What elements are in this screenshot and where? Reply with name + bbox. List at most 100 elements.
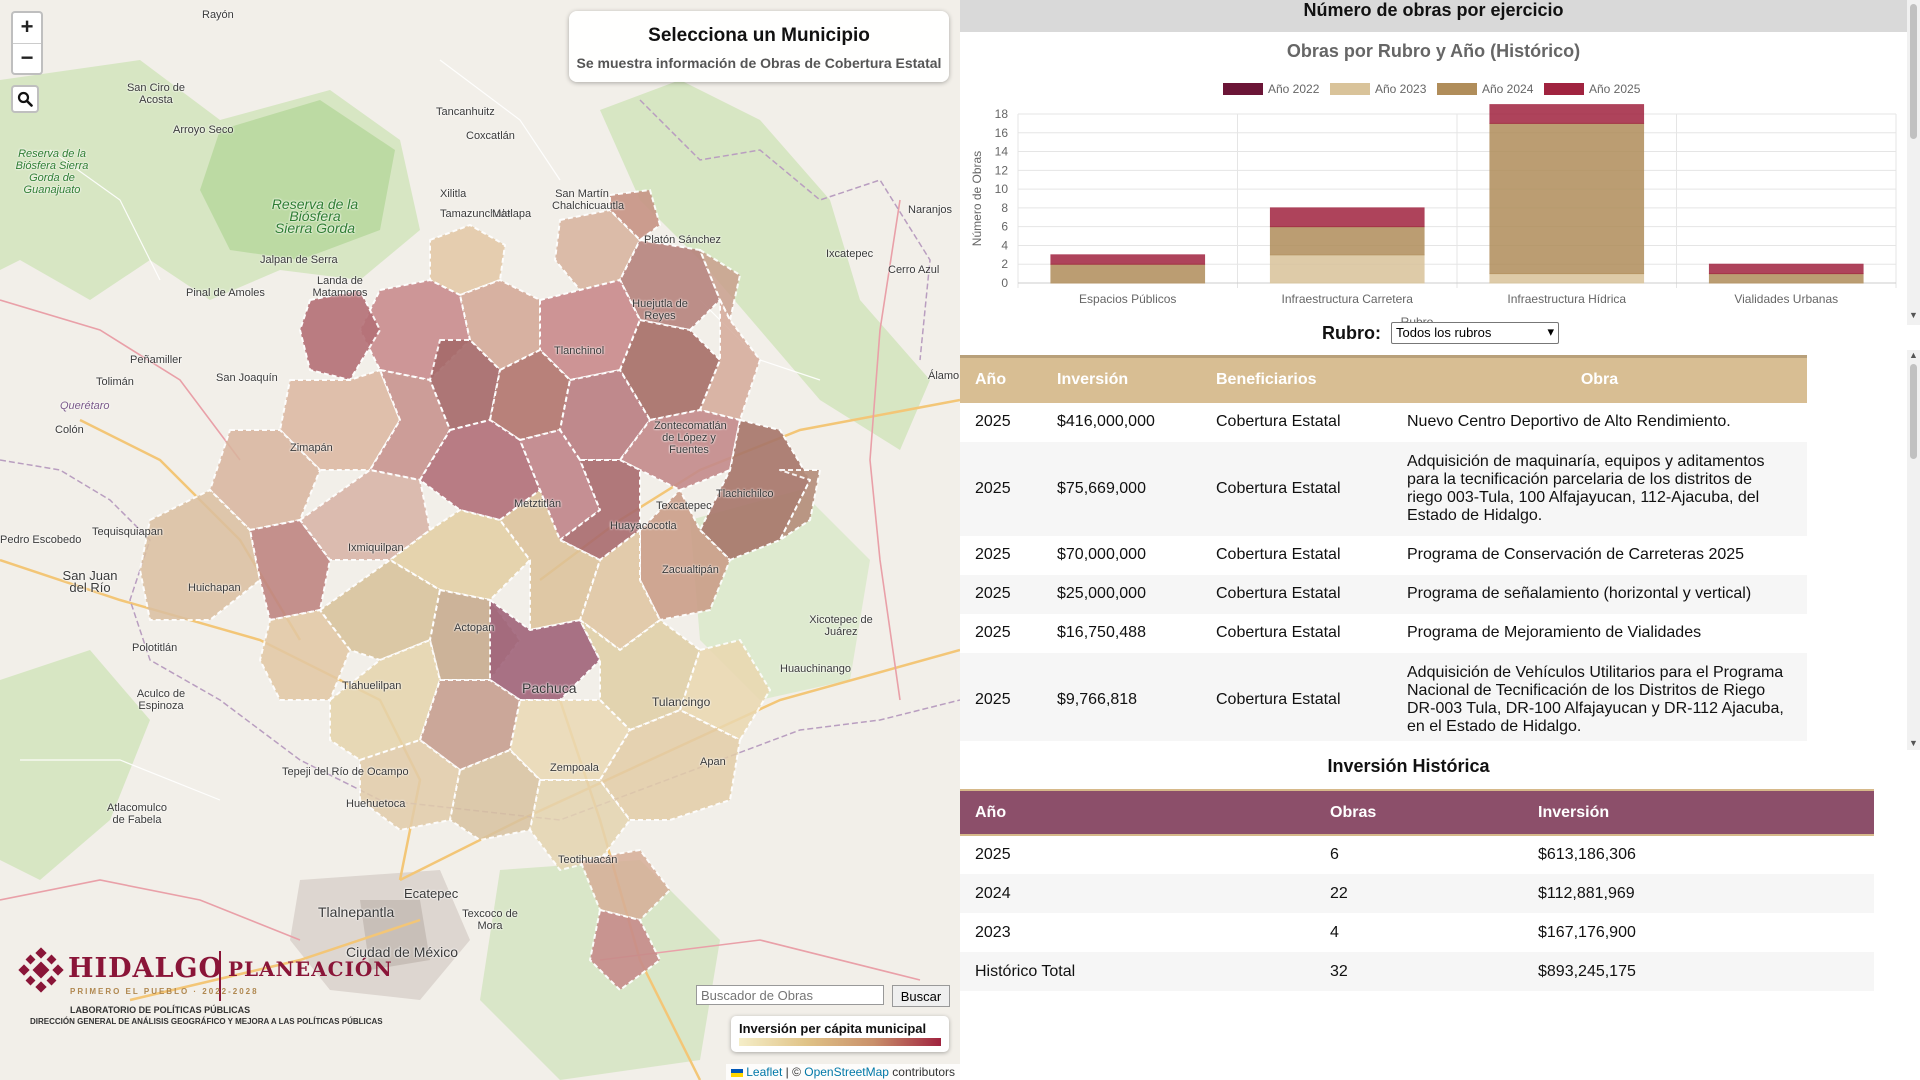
place-label: Zimapán xyxy=(290,442,333,454)
place-label: Polotitlán xyxy=(132,642,178,654)
place-label: Tlalnepantla xyxy=(318,904,395,920)
table-row[interactable]: 2025 $25,000,000 Cobertura Estatal Programa… xyxy=(960,574,1807,614)
table-row[interactable]: 2025 $70,000,000 Cobertura Estatal Programa… xyxy=(960,536,1807,575)
cell-works: 22 xyxy=(1330,884,1348,902)
zoom-in-button[interactable]: + xyxy=(13,13,41,43)
place-label: Texcoco de Mora xyxy=(462,908,518,932)
x-tick-label: Infraestructura Hídrica xyxy=(1507,292,1626,306)
y-tick-label: 12 xyxy=(995,163,1009,177)
rubro-select[interactable]: Todos los rubros xyxy=(1390,322,1559,344)
place-label: Huauchinango xyxy=(780,663,851,675)
rubro-label: Rubro: xyxy=(1322,322,1381,343)
cell-year: 2025 xyxy=(975,413,1011,430)
logo-brand-secondary: PLANEACIÓN xyxy=(228,957,393,981)
bar-segment xyxy=(1050,263,1206,284)
place-label: Pedro Escobedo xyxy=(0,534,82,546)
bar-segment xyxy=(1489,104,1645,124)
cell-year: 2025 xyxy=(975,690,1011,708)
map-search-button[interactable] xyxy=(11,85,39,113)
table-scrollbar[interactable]: ▲ ▼ xyxy=(1907,350,1920,750)
info-panel: Número de obras por ejercicio Obras por … xyxy=(960,0,1920,1080)
y-tick-label: 2 xyxy=(1001,257,1008,271)
works-table-container: Año Inversión Beneficiarios Obra 2025 $41… xyxy=(960,355,1907,741)
attribution-sep: | © xyxy=(782,1065,805,1079)
attribution-contributors: contributors xyxy=(888,1065,955,1079)
place-label: Ixcatepec xyxy=(826,248,874,260)
zoom-out-button[interactable]: − xyxy=(13,43,41,73)
place-label: Zempoala xyxy=(550,762,599,774)
table-row[interactable]: 2025 $9,766,818 Cobertura Estatal Adquisici… xyxy=(960,652,1807,741)
scrollbar-thumb[interactable] xyxy=(1910,364,1917,459)
place-label: Platón Sánchez xyxy=(644,234,722,246)
map-view[interactable]: Rayón San Ciro de Acosta Arroyo Seco Tan… xyxy=(0,0,960,1080)
x-tick-label: Infraestructura Carretera xyxy=(1282,292,1414,306)
place-label: Naranjos xyxy=(908,204,953,216)
bar-segment xyxy=(1489,273,1645,284)
scroll-down-icon[interactable]: ▼ xyxy=(1909,310,1918,320)
legend-label: Año 2023 xyxy=(1375,82,1427,96)
rubro-filter: Rubro: Todos los rubros xyxy=(1322,322,1559,344)
place-label: Tepeji del Río de Ocampo xyxy=(282,766,409,778)
leaflet-flag-icon xyxy=(730,1068,743,1077)
place-label: Álamo xyxy=(928,370,960,382)
column-header: Obras xyxy=(1330,803,1377,821)
cell-investment: $613,186,306 xyxy=(1538,846,1636,863)
place-label: Xicotepec de Juárez xyxy=(809,614,873,638)
bar-segment xyxy=(1708,273,1864,284)
search-button[interactable]: Buscar xyxy=(892,985,950,1007)
scroll-down-icon[interactable]: ▼ xyxy=(1909,738,1918,748)
osm-link[interactable]: OpenStreetMap xyxy=(804,1065,889,1079)
cell-year: 2023 xyxy=(975,923,1011,941)
table-row: 2025 6 $613,186,306 xyxy=(960,835,1874,874)
place-label: Jalpan de Serra xyxy=(260,254,338,266)
place-label: Cerro Azul xyxy=(888,264,940,276)
place-label: Ecatepec xyxy=(404,886,459,901)
bar-segment xyxy=(1050,254,1206,265)
table-row[interactable]: 2025 $16,750,488 Cobertura Estatal Programa… xyxy=(960,614,1807,653)
chart-scrollbar[interactable]: ▼ xyxy=(1907,0,1920,325)
cell-year: 2025 xyxy=(975,846,1011,863)
bar-segment xyxy=(1489,122,1645,275)
works-table-header: Año Inversión Beneficiarios Obra xyxy=(960,356,1807,403)
cell-investment: $70,000,000 xyxy=(1057,546,1146,563)
place-label: Tancanhuitz xyxy=(436,106,495,118)
cell-beneficiaries: Cobertura Estatal xyxy=(1216,624,1341,641)
history-table-container: Año Obras Inversión 2025 6 $613,186,306 202… xyxy=(960,789,1874,991)
cell-investment: $75,669,000 xyxy=(1057,479,1146,497)
cell-beneficiaries: Cobertura Estatal xyxy=(1216,690,1341,708)
cell-works: 32 xyxy=(1330,962,1348,980)
place-label: Zontecomatlán de López y Fuentes xyxy=(654,420,727,456)
y-tick-label: 14 xyxy=(995,145,1009,159)
legend-label: Año 2024 xyxy=(1482,82,1534,96)
leaflet-link[interactable]: Leaflet xyxy=(746,1065,782,1079)
place-label: San Ciro de Acosta xyxy=(126,82,186,106)
reserve-label: Reserva de la Biósfera Sierra Gorda de G… xyxy=(15,148,89,196)
y-tick-label: 18 xyxy=(995,107,1009,121)
works-search-input[interactable] xyxy=(696,985,884,1005)
place-label: Tulancingo xyxy=(652,695,711,709)
table-row[interactable]: 2025 $416,000,000 Cobertura Estatal Nuevo C… xyxy=(960,403,1807,442)
table-row[interactable]: 2025 $75,669,000 Cobertura Estatal Adquisic… xyxy=(960,441,1807,536)
place-label: Huichapan xyxy=(188,582,241,594)
scroll-up-icon[interactable]: ▲ xyxy=(1909,350,1918,360)
place-label: Apan xyxy=(700,756,726,768)
cell-works: 6 xyxy=(1330,846,1339,863)
scrollbar-thumb[interactable] xyxy=(1910,4,1917,139)
cell-investment: $16,750,488 xyxy=(1057,624,1146,641)
logo-direction: DIRECCIÓN GENERAL DE ANÁLISIS GEOGRÁFICO… xyxy=(30,1017,383,1026)
cell-investment: $893,245,175 xyxy=(1538,962,1636,980)
place-label: Huejutla de Reyes xyxy=(632,298,688,322)
bar-segment xyxy=(1269,254,1425,284)
place-label: Ixmiquilpan xyxy=(348,542,404,554)
legend-label: Año 2025 xyxy=(1589,82,1641,96)
place-label: Matlapa xyxy=(492,208,532,220)
cell-work: Adquisición de maquinaría, equipos y adi… xyxy=(1407,452,1765,524)
legend-swatch xyxy=(1223,83,1263,95)
place-label: Actopan xyxy=(454,622,495,634)
legend-swatch xyxy=(1437,83,1477,95)
cell-work: Programa de señalamiento (horizontal y v… xyxy=(1407,585,1752,602)
column-header: Inversión xyxy=(1538,803,1610,821)
info-title: Selecciona un Municipio xyxy=(648,25,870,46)
table-row: Histórico Total 32 $893,245,175 xyxy=(960,952,1874,991)
municipality-info-box: Selecciona un Municipio Se muestra infor… xyxy=(569,11,949,82)
